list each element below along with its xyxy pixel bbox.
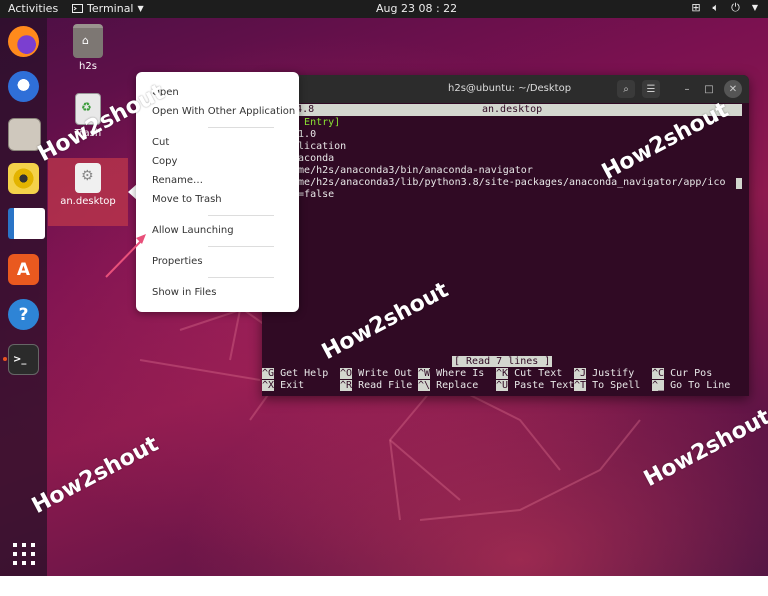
annotation-arrow: [105, 234, 146, 278]
desktop-icon-h2s[interactable]: ⌂ h2s: [58, 24, 118, 72]
activities-button[interactable]: Activities: [8, 2, 58, 15]
minimize-icon[interactable]: –: [678, 80, 696, 98]
terminal-icon: [72, 4, 83, 13]
libreoffice-writer-icon[interactable]: [8, 208, 45, 239]
top-bar: Activities Terminal ▼ Aug 23 08 : 22 ⊞ 🔈…: [0, 0, 768, 18]
app-name: Terminal: [87, 2, 134, 15]
terminal-icon[interactable]: >_: [8, 344, 39, 375]
desktop-icon-label: h2s: [79, 61, 97, 72]
close-icon[interactable]: ✕: [724, 80, 742, 98]
cursor: [736, 178, 742, 189]
help-icon[interactable]: ?: [8, 299, 39, 330]
nano-status: [ Read 7 lines ]: [452, 356, 553, 367]
clock[interactable]: Aug 23 08 : 22: [376, 2, 457, 15]
shortcut: ^C Cur Pos: [652, 368, 713, 379]
network-icon: ⊞: [691, 1, 701, 14]
rhythmbox-icon[interactable]: [8, 163, 39, 194]
menu-item-show-in-files[interactable]: Show in Files: [152, 287, 216, 298]
window-title: h2s@ubuntu: ~/Desktop: [448, 83, 572, 94]
menu-item-cut[interactable]: Cut: [152, 137, 169, 148]
software-center-icon[interactable]: A: [8, 254, 39, 285]
home-folder-icon: ⌂: [73, 24, 103, 58]
shortcut: ^O Write Out: [340, 368, 413, 379]
app-menu-button[interactable]: Terminal ▼: [72, 2, 144, 15]
menu-item-rename[interactable]: Rename…: [152, 175, 203, 186]
file-line: home/h2s/anaconda3/lib/python3.8/site-pa…: [286, 177, 726, 188]
menu-separator: [208, 277, 274, 278]
shortcut: ^G Get Help: [262, 368, 329, 379]
desktop-icon-label: an.desktop: [60, 196, 116, 207]
shortcut: ^J Justify: [574, 368, 635, 379]
shortcut: ^U Paste Text: [496, 380, 575, 391]
shortcut: ^R Read File: [340, 380, 413, 391]
shortcut: ^_ Go To Line: [652, 380, 731, 391]
maximize-icon[interactable]: □: [700, 80, 718, 98]
show-applications-icon[interactable]: [12, 542, 36, 566]
thunderbird-icon[interactable]: [8, 71, 39, 102]
menu-separator: [208, 246, 274, 247]
menu-item-copy[interactable]: Copy: [152, 156, 177, 167]
gear-icon: ⚙: [75, 163, 101, 193]
context-menu: Open Open With Other Application Cut Cop…: [136, 72, 299, 312]
running-indicator: [3, 357, 7, 361]
hamburger-menu-icon[interactable]: ☰: [642, 80, 660, 98]
menu-separator: [208, 127, 274, 128]
shortcut: ^\ Replace: [418, 380, 479, 391]
nano-filename: an.desktop: [482, 104, 543, 115]
power-icon: ⏻: [731, 1, 740, 14]
menu-item-open-with[interactable]: Open With Other Application: [152, 106, 295, 117]
shortcut: ^T To Spell: [574, 380, 641, 391]
desktop-screen: Activities Terminal ▼ Aug 23 08 : 22 ⊞ 🔈…: [0, 0, 768, 576]
menu-separator: [208, 215, 274, 216]
volume-icon: 🔈︎: [712, 1, 720, 14]
menu-item-allow-launching[interactable]: Allow Launching: [152, 225, 234, 236]
shortcut: ^W Where Is: [418, 368, 485, 379]
chevron-down-icon: ▼: [751, 3, 758, 12]
menu-item-move-to-trash[interactable]: Move to Trash: [152, 194, 222, 205]
system-tray[interactable]: ⊞ 🔈︎ ⏻ ▼: [691, 1, 758, 15]
shortcut: ^K Cut Text: [496, 368, 563, 379]
search-icon[interactable]: ⌕: [617, 80, 635, 98]
desktop-icon-an-desktop[interactable]: ⚙ an.desktop: [58, 163, 118, 207]
firefox-icon[interactable]: [8, 26, 39, 57]
terminal-header[interactable]: h2s@ubuntu: ~/Desktop ⌕ ☰ – □ ✕: [262, 75, 749, 103]
file-line: home/h2s/anaconda3/bin/anaconda-navigato…: [286, 165, 533, 176]
shortcut: ^X Exit: [262, 380, 305, 391]
chevron-down-icon: ▼: [137, 4, 144, 13]
nano-title-bar: nano 4.8 an.desktop: [262, 104, 742, 116]
